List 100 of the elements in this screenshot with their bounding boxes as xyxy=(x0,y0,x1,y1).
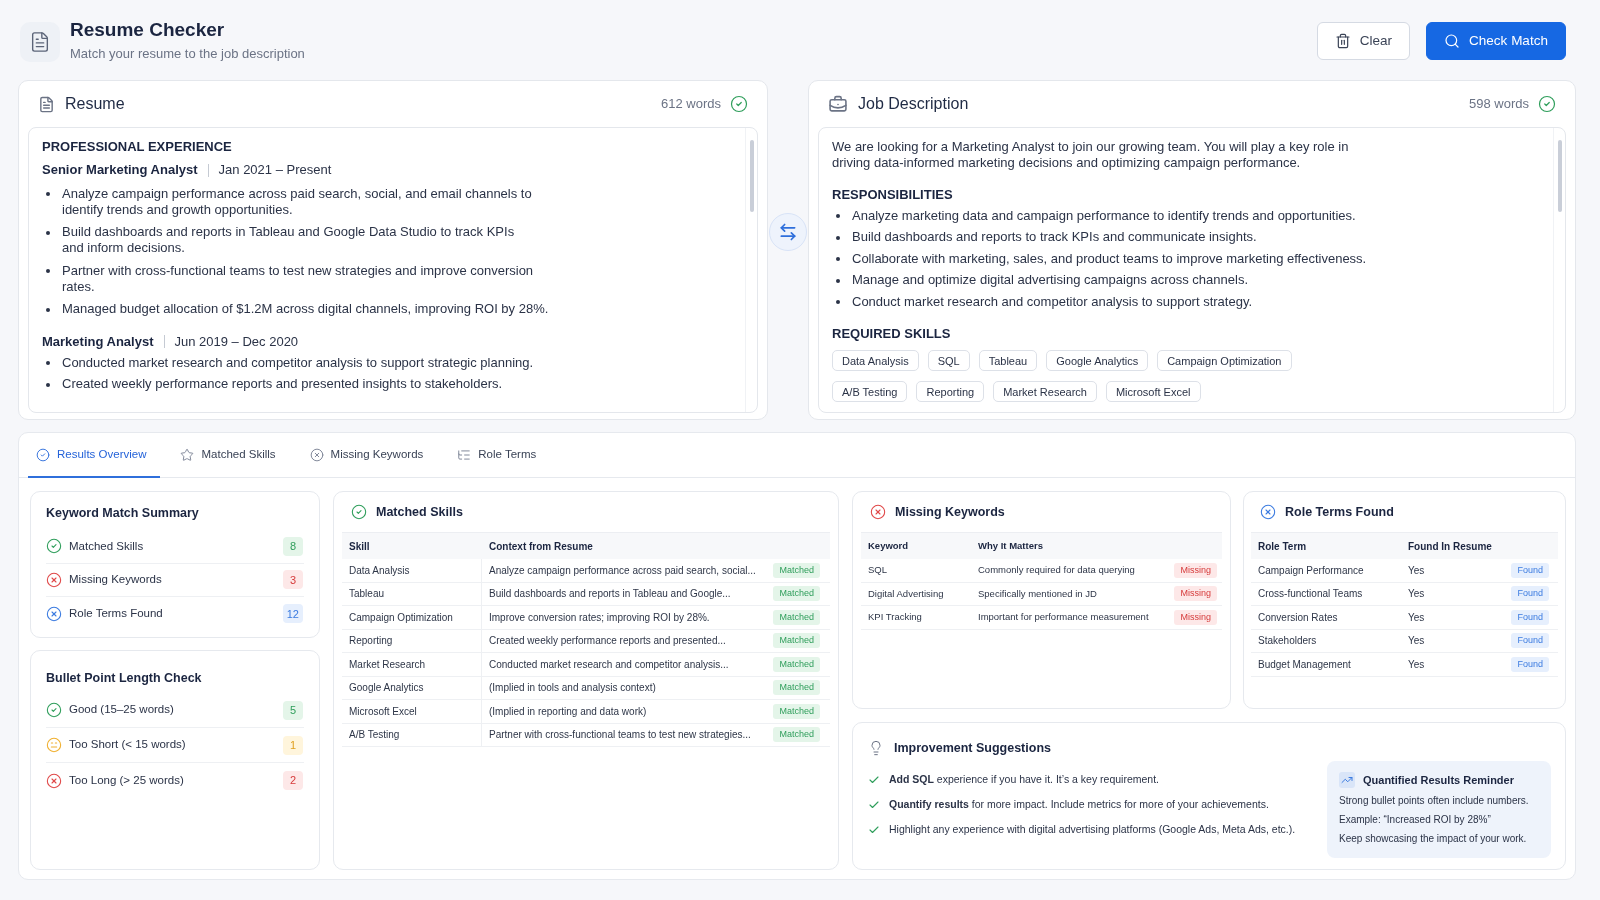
count-badge: 2 xyxy=(283,771,303,790)
check-match-button[interactable]: Check Match xyxy=(1426,22,1566,60)
reminder-text: Example: “Increased ROI by 28%” xyxy=(1339,813,1492,827)
bullet-text: Collaborate with marketing, sales, and product teams to improve marketing effectiveness. xyxy=(852,250,1367,268)
bullet-icon xyxy=(836,214,840,219)
skill-name: Campaign Optimization xyxy=(349,610,453,625)
context-text: Partner with cross-functional teams to test new strategies... xyxy=(489,728,751,743)
x-circle-icon xyxy=(1260,504,1276,520)
status-badge: Missing xyxy=(1174,562,1217,578)
summary-label: Too Short (< 15 words) xyxy=(69,737,186,753)
reminder-title: Quantified Results Reminder xyxy=(1363,772,1514,788)
reason-text: Commonly required for data querying xyxy=(978,563,1135,578)
status-badge: Matched xyxy=(773,680,820,696)
check-icon xyxy=(868,774,880,786)
lightbulb-icon xyxy=(868,740,884,756)
status-badge: Matched xyxy=(773,633,820,649)
skill-tag: Reporting xyxy=(916,381,985,403)
count-badge: 3 xyxy=(283,570,303,590)
briefcase-icon xyxy=(828,94,848,114)
x-circle-icon xyxy=(46,571,62,588)
skill-name: Market Research xyxy=(349,657,426,672)
column-header: Context from Resume xyxy=(489,540,593,552)
x-circle-icon xyxy=(46,772,62,789)
skill-name: Reporting xyxy=(349,634,393,649)
check-circle-icon xyxy=(46,538,62,555)
card-title: Keyword Match Summary xyxy=(46,505,200,522)
face-icon xyxy=(46,737,62,753)
resume-text-area[interactable] xyxy=(28,127,758,413)
column-header: Keyword xyxy=(868,539,909,551)
bullet-icon xyxy=(46,192,50,196)
scrollbar-thumb[interactable] xyxy=(749,140,754,212)
panel-title: Resume xyxy=(65,94,125,114)
status-badge: Found xyxy=(1511,586,1549,602)
bullet-icon xyxy=(46,361,50,366)
word-count: 598 words xyxy=(1469,95,1529,114)
skill-tag: Campaign Optimization xyxy=(1157,350,1292,372)
summary-label: Role Terms Found xyxy=(69,606,163,622)
bullet-text: Partner with cross-functional teams to test new strategies and improve conversion rates. xyxy=(62,262,534,296)
found-value: Yes xyxy=(1408,563,1425,578)
suggestion-text: Quantify results for more impact. Include metrics for more of your achievements. xyxy=(889,797,1269,813)
skill-tag: Data Analysis xyxy=(832,350,919,372)
card-title: Improvement Suggestions xyxy=(894,739,1051,757)
status-badge: Matched xyxy=(773,656,820,672)
skill-name: Microsoft Excel xyxy=(349,704,417,719)
summary-label: Missing Keywords xyxy=(69,572,162,588)
card-title: Role Terms Found xyxy=(1285,503,1394,521)
column-header: Why It Matters xyxy=(978,539,1043,551)
app-subtitle: Match your resume to the job description xyxy=(70,46,305,62)
check-circle-icon xyxy=(1538,95,1556,113)
status-badge: Matched xyxy=(773,562,820,578)
x-circle-icon xyxy=(870,504,886,520)
skill-name: Data Analysis xyxy=(349,563,410,578)
role-term-text: Conversion Rates xyxy=(1258,610,1338,625)
trend-up-icon xyxy=(1339,772,1355,788)
swap-button[interactable] xyxy=(769,213,807,251)
status-badge: Matched xyxy=(773,703,820,719)
skill-tag: Market Research xyxy=(993,381,1097,403)
tab[interactable]: Missing Keywords xyxy=(301,433,438,478)
reason-text: Important for performance measurement xyxy=(978,610,1149,625)
tab[interactable]: Results Overview xyxy=(28,433,161,478)
summary-label: Too Long (> 25 words) xyxy=(69,772,184,788)
count-badge: 8 xyxy=(283,536,303,556)
bullet-text: Manage and optimize digital advertising campaigns across channels. xyxy=(852,272,1248,289)
check-icon xyxy=(868,824,880,836)
column-header: Role Term xyxy=(1258,540,1307,552)
bullet-icon xyxy=(836,235,840,240)
bullet-icon xyxy=(46,269,50,274)
clear-button[interactable]: Clear xyxy=(1317,22,1410,60)
bullet-text: Analyze marketing data and campaign performance to identify trends and opportunities. xyxy=(852,207,1356,224)
job-description-text-area[interactable] xyxy=(818,127,1566,413)
tab[interactable]: Matched Skills xyxy=(172,433,290,478)
status-badge: Missing xyxy=(1174,609,1217,625)
panel-title: Job Description xyxy=(858,94,969,114)
skill-tag: SQL xyxy=(927,350,970,372)
check-circle-icon xyxy=(46,702,62,718)
role-term-text: Stakeholders xyxy=(1258,634,1317,649)
skill-name: Google Analytics xyxy=(349,681,424,696)
column-header: Skill xyxy=(349,540,370,552)
skill-name: Tableau xyxy=(349,587,385,602)
count-badge: 1 xyxy=(283,735,303,755)
tab[interactable]: Role Terms xyxy=(449,433,551,478)
found-value: Yes xyxy=(1408,657,1425,672)
intro-paragraph: We are looking for a Marketing Analyst to join our growing team. You will play a key role in driving data-informed marketing decisions and optimizing campaign performance. xyxy=(832,139,1350,172)
bullet-icon xyxy=(836,300,840,305)
role-term-text: Cross-functional Teams xyxy=(1258,587,1363,602)
context-text: Analyze campaign performance across paid search, social... xyxy=(489,563,756,578)
scrollbar-thumb[interactable] xyxy=(1557,140,1562,212)
section-heading: PROFESSIONAL EXPERIENCE xyxy=(42,139,233,155)
keyword-text: SQL xyxy=(868,563,887,578)
context-text: (Implied in reporting and data work) xyxy=(489,704,647,719)
left-right-arrow-icon xyxy=(778,222,798,242)
role-term-text: Campaign Performance xyxy=(1258,563,1364,578)
card-title: Bullet Point Length Check xyxy=(46,670,203,687)
job-role: Senior Marketing Analyst xyxy=(42,162,198,178)
skill-tag: Microsoft Excel xyxy=(1105,381,1201,403)
app-title: Resume Checker xyxy=(70,19,226,41)
bullet-icon xyxy=(836,257,840,262)
count-badge: 5 xyxy=(283,700,303,720)
column-header: Found In Resume xyxy=(1408,540,1492,552)
summary-label: Matched Skills xyxy=(69,538,144,554)
